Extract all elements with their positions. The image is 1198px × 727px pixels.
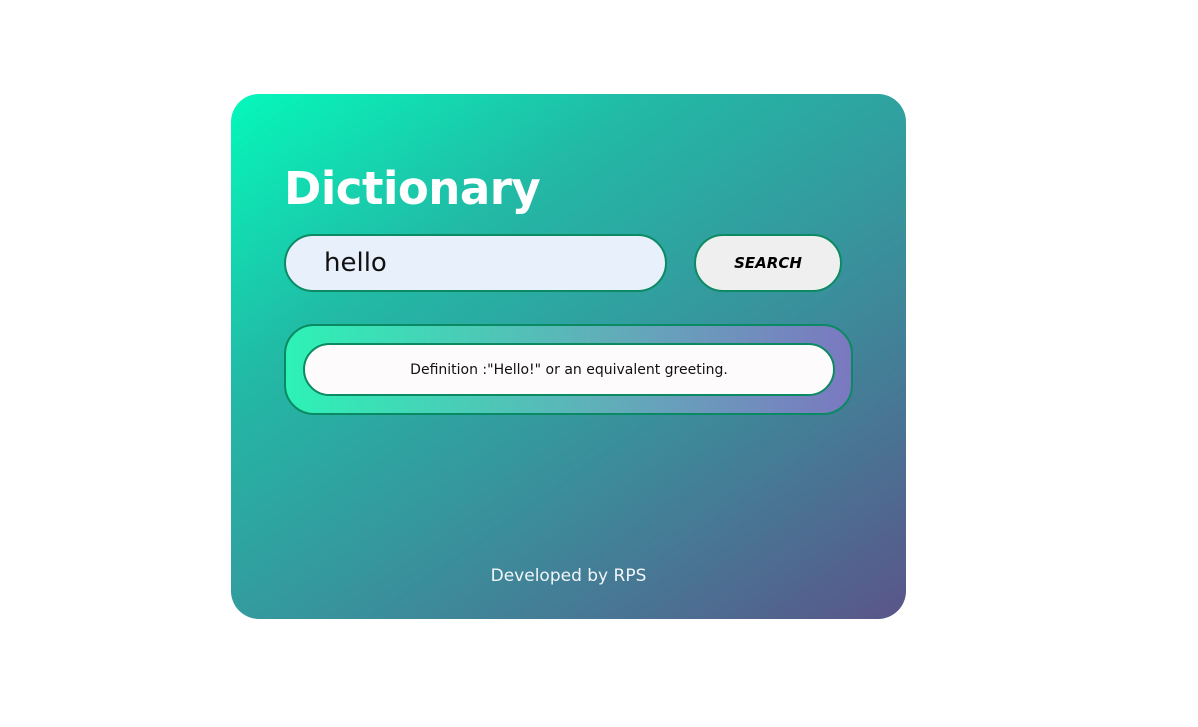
definition-text: Definition :"Hello!" or an equivalent gr… (410, 361, 728, 378)
footer-credit: Developed by RPS (490, 566, 647, 586)
result-container: Definition :"Hello!" or an equivalent gr… (284, 324, 853, 415)
search-input[interactable] (284, 234, 667, 292)
definition-box: Definition :"Hello!" or an equivalent gr… (303, 343, 835, 396)
search-button[interactable]: SEARCH (694, 234, 842, 292)
dictionary-card: Dictionary SEARCH Definition :"Hello!" o… (231, 94, 906, 619)
page-title: Dictionary (284, 162, 541, 215)
